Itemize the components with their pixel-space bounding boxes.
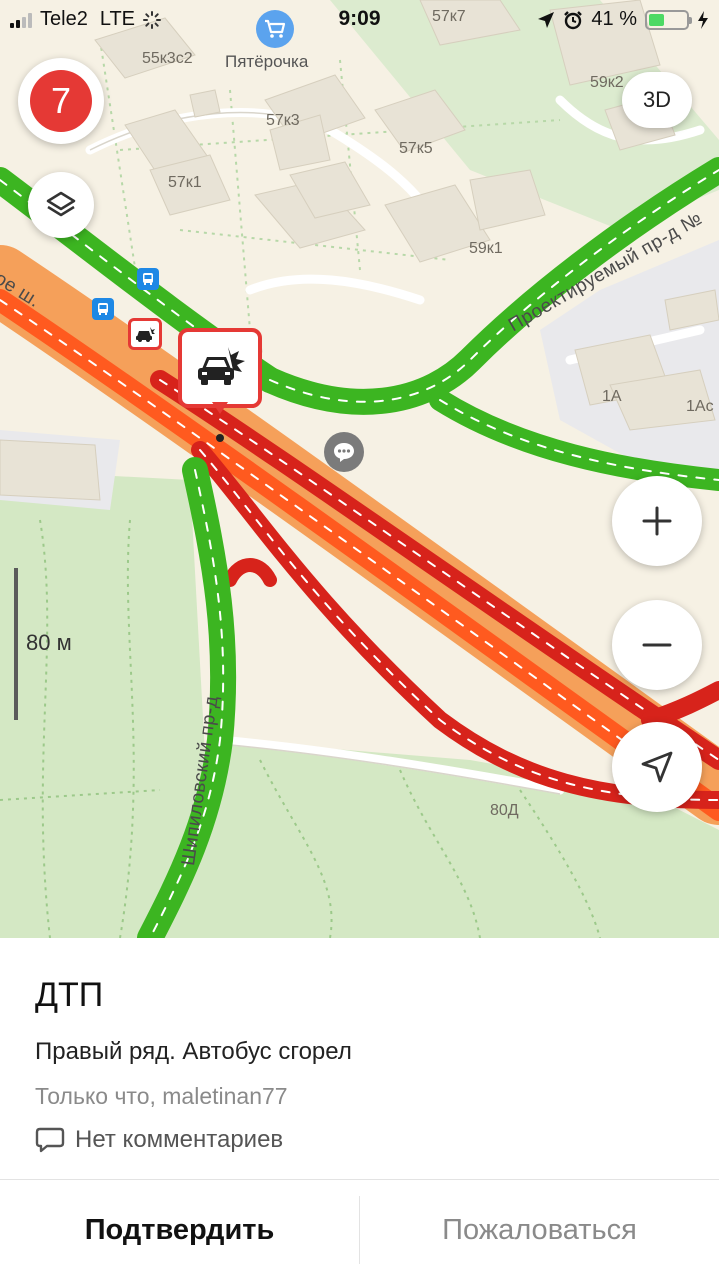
- locate-arrow-icon: [641, 751, 673, 783]
- poi-label-pyaterochka: Пятёрочка: [225, 52, 309, 71]
- marker-tail: [212, 402, 228, 414]
- bus-stop-icon[interactable]: [92, 298, 114, 320]
- locate-me-button[interactable]: [612, 722, 702, 812]
- building-label: 59к2: [590, 74, 624, 91]
- incident-card: ДТП Правый ряд. Автобус сгорел Только чт…: [0, 938, 719, 1280]
- bus-stop-icon[interactable]: [137, 268, 159, 290]
- building-label: 57к3: [266, 112, 300, 129]
- zoom-out-icon: [642, 643, 672, 647]
- comment-icon: [35, 1127, 65, 1153]
- building-label: 57к1: [168, 174, 202, 191]
- map-view[interactable]: Пятёрочка 55к3с2 57к7 59к2 57к3 57к5 57к…: [0, 0, 719, 938]
- zoom-in-icon: [642, 506, 672, 536]
- building-label: 1А: [602, 388, 622, 405]
- building-label: 1Ас: [686, 398, 714, 415]
- car-crash-icon: [178, 328, 262, 408]
- map-canvas: [0, 0, 719, 938]
- incident-marker[interactable]: [178, 328, 262, 414]
- scale-label: 80 м: [26, 630, 72, 655]
- charging-bolt-icon: [698, 10, 708, 29]
- battery-percent: 41 %: [591, 8, 637, 30]
- 3d-toggle-button[interactable]: 3D: [622, 72, 692, 128]
- incident-title: ДТП: [35, 976, 104, 1014]
- car-crash-icon[interactable]: [128, 318, 162, 350]
- zoom-in-button[interactable]: [612, 476, 702, 566]
- location-arrow-icon: [538, 11, 555, 28]
- zoom-out-button[interactable]: [612, 600, 702, 690]
- battery-level: [649, 13, 664, 26]
- traffic-score-icon: 7: [30, 70, 92, 132]
- building-label: 59к1: [469, 240, 503, 257]
- building-label: 57к5: [399, 140, 433, 157]
- traffic-score-button[interactable]: 7: [18, 58, 104, 144]
- layers-icon: [46, 191, 76, 217]
- chat-bubble-icon[interactable]: [324, 432, 364, 472]
- report-button[interactable]: Пожаловаться: [360, 1180, 719, 1280]
- incident-location-dot: [216, 434, 224, 442]
- status-bar: Tele2 LTE 9:09 41 %: [0, 0, 719, 40]
- incident-description: Правый ряд. Автобус сгорел: [35, 1038, 352, 1065]
- comments-link[interactable]: Нет комментариев: [35, 1126, 283, 1154]
- comments-label: Нет комментариев: [75, 1126, 284, 1153]
- scale-bar: [14, 568, 18, 720]
- battery-icon: [645, 9, 692, 30]
- building-label: 80Д: [490, 802, 519, 819]
- incident-meta: Только что, maletinan77: [35, 1083, 288, 1109]
- layers-button[interactable]: [28, 172, 94, 238]
- building-label: 55к3с2: [142, 50, 193, 67]
- confirm-button[interactable]: Подтвердить: [0, 1180, 359, 1280]
- map-scale: 80 м: [14, 568, 94, 720]
- alarm-icon: [564, 10, 583, 29]
